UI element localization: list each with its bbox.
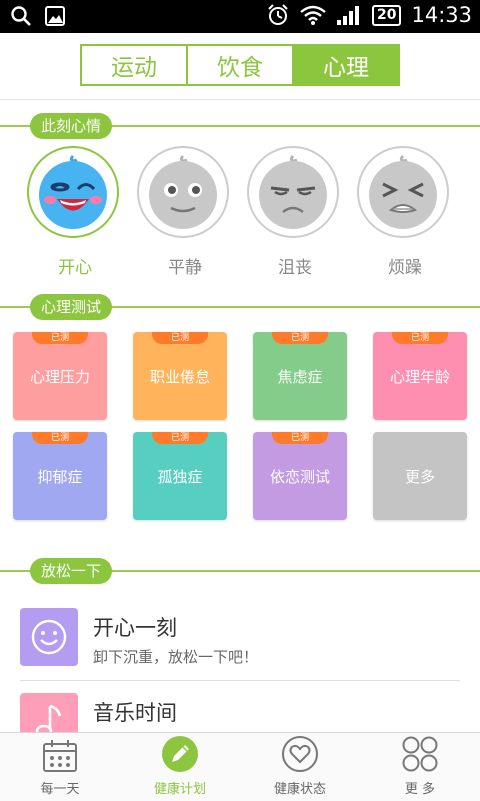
happy-face-icon [39, 154, 107, 229]
tile-label: 依恋测试 [269, 467, 330, 486]
gallery-icon [45, 6, 65, 26]
test-tile-psych-age[interactable]: 已测 心理年龄 [373, 332, 467, 420]
segmented-tabs: 运动 饮食 心理 [80, 44, 400, 86]
tab-diet[interactable]: 饮食 [186, 46, 292, 84]
section-title-mood: 此刻心情 [30, 113, 113, 139]
test-tile-psych-stress[interactable]: 已测 心理压力 [13, 332, 107, 420]
mood-calm[interactable]: 平静 [137, 146, 233, 278]
signal-icon [336, 6, 359, 25]
mood-irritable[interactable]: 烦躁 [357, 146, 453, 278]
tested-badge: 已测 [152, 332, 208, 344]
tested-badge: 已测 [272, 332, 328, 344]
wifi-icon [300, 5, 326, 25]
test-tile-anxiety[interactable]: 已测 焦虑症 [253, 332, 347, 420]
grid-icon [402, 736, 438, 772]
test-tile-autism[interactable]: 已测 孤独症 [133, 432, 227, 520]
test-tile-attachment[interactable]: 已测 依恋测试 [253, 432, 347, 520]
tab-exercise[interactable]: 运动 [82, 46, 186, 84]
test-tile-depression[interactable]: 已测 抑郁症 [13, 432, 107, 520]
test-tile-more[interactable]: 更多 [373, 432, 467, 520]
tile-label: 职业倦怠 [149, 367, 210, 386]
status-bar: 20 14:33 [0, 0, 480, 33]
tile-label: 心理年龄 [389, 367, 450, 386]
tile-label: 心理压力 [29, 367, 90, 386]
tab-psychology[interactable]: 心理 [292, 46, 398, 84]
irritable-face-icon [369, 154, 437, 229]
nav-label: 每一天 [40, 782, 80, 797]
relax-item-title: 开心一刻 [93, 616, 177, 640]
tested-badge: 已测 [392, 332, 448, 344]
search-icon [11, 6, 31, 26]
tested-badge: 已测 [152, 432, 208, 444]
bottom-nav: 每一天 健康计划 健康状态 更 多 [0, 732, 480, 801]
tile-label: 更多 [404, 467, 435, 486]
calendar-icon [43, 740, 77, 772]
nav-label: 健康计划 [153, 782, 206, 797]
frustrated-face-icon [259, 154, 327, 229]
tested-badge: 已测 [32, 332, 88, 344]
tested-badge: 已测 [32, 432, 88, 444]
category-tab-bar: 运动 饮食 心理 [0, 33, 480, 100]
section-title-tests: 心理测试 [30, 294, 113, 320]
tested-badge: 已测 [272, 432, 328, 444]
mood-happy[interactable]: 开心 [27, 146, 123, 278]
test-tile-burnout[interactable]: 已测 职业倦怠 [133, 332, 227, 420]
nav-every-day[interactable]: 每一天 [0, 733, 120, 801]
smile-icon [31, 619, 67, 655]
tile-label: 抑郁症 [37, 467, 83, 486]
tile-label: 孤独症 [157, 467, 203, 486]
battery-indicator: 20 [371, 4, 402, 26]
mood-label: 平静 [168, 258, 202, 278]
nav-label: 更 多 [404, 782, 436, 797]
list-divider [20, 680, 460, 681]
alarm-icon [268, 4, 288, 25]
tile-label: 焦虑症 [277, 367, 323, 386]
heart-icon [282, 736, 318, 772]
mood-frustrated[interactable]: 沮丧 [247, 146, 343, 278]
nav-health-plan[interactable]: 健康计划 [120, 733, 240, 801]
nav-health-status[interactable]: 健康状态 [240, 733, 360, 801]
section-title-relax: 放松一下 [30, 558, 113, 584]
relax-item-happy-moment[interactable]: 开心一刻 卸下沉重，放松一下吧！ [20, 608, 460, 678]
nav-more[interactable]: 更 多 [360, 733, 480, 801]
mood-label: 烦躁 [388, 258, 422, 278]
relax-item-title: 音乐时间 [93, 701, 177, 725]
pencil-icon [162, 736, 198, 772]
mood-label: 沮丧 [278, 258, 312, 278]
relax-item-subtitle: 卸下沉重，放松一下吧！ [93, 648, 259, 666]
nav-label: 健康状态 [273, 782, 326, 797]
clock: 14:33 [411, 3, 472, 27]
calm-face-icon [149, 154, 217, 229]
mood-label: 开心 [58, 258, 92, 278]
